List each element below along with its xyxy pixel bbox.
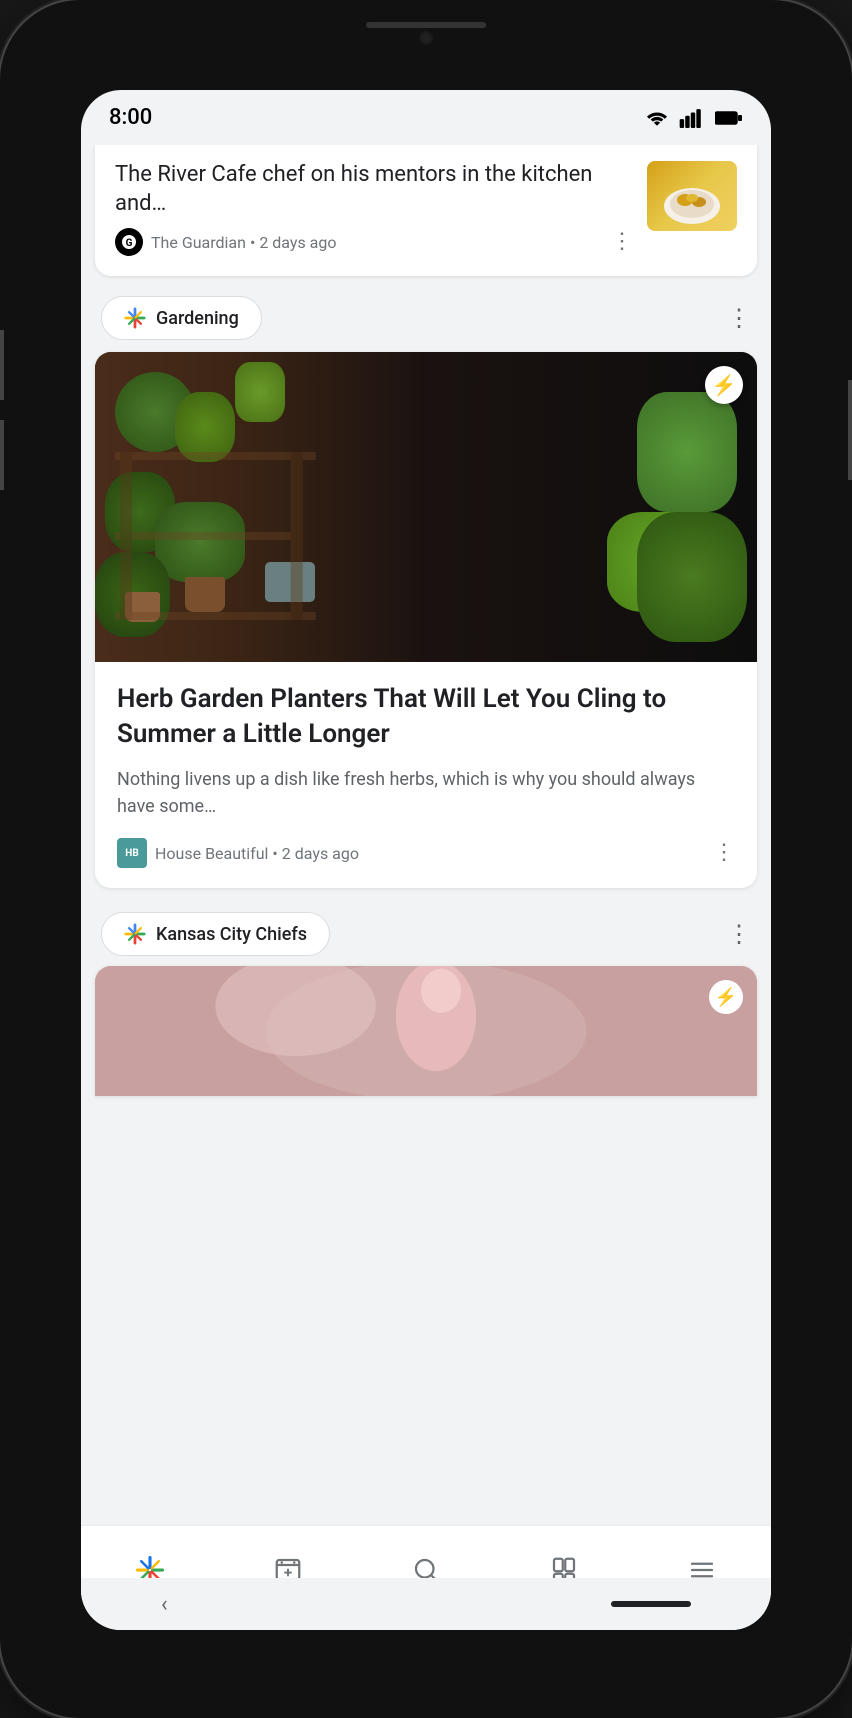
top-source-name: The Guardian • 2 days ago [151, 233, 337, 252]
volume-down-button [0, 420, 4, 490]
kansas-more-btn[interactable]: ⋮ [727, 920, 751, 948]
top-card-more-btn[interactable]: ⋮ [611, 231, 633, 253]
svg-text:G: G [126, 238, 133, 249]
lightning-icon: ⚡ [712, 373, 737, 397]
lightning-badge: ⚡ [705, 366, 743, 404]
top-article-text: The River Cafe chef on his mentors in th… [115, 161, 633, 256]
gardening-card-more-btn[interactable]: ⋮ [713, 842, 735, 864]
kansas-article-card[interactable]: ⚡ [95, 966, 757, 1096]
kansas-article-image [95, 966, 757, 1096]
gardening-article-desc: Nothing livens up a dish like fresh herb… [117, 766, 735, 820]
status-bar: 8:00 [81, 105, 771, 130]
gardening-article-card[interactable]: ⚡ Herb Garden Planters That Will Let You… [95, 352, 757, 888]
plant-background [95, 352, 757, 662]
kansas-tag[interactable]: Kansas City Chiefs [101, 912, 330, 956]
kansas-tag-label: Kansas City Chiefs [156, 924, 307, 945]
top-article-title: The River Cafe chef on his mentors in th… [115, 161, 633, 218]
front-camera [418, 30, 434, 46]
gardening-tag[interactable]: Gardening [101, 296, 262, 340]
gardening-source-info: HB House Beautiful • 2 days ago [117, 838, 359, 868]
gardening-article-title: Herb Garden Planters That Will Let You C… [117, 682, 735, 752]
speaker-grill [366, 22, 486, 28]
gardening-source-row: HB House Beautiful • 2 days ago ⋮ [117, 838, 735, 868]
gardening-tag-label: Gardening [156, 308, 239, 329]
gardening-article-image: ⚡ [95, 352, 757, 662]
top-source-row: G The Guardian • 2 days ago ⋮ [115, 228, 633, 256]
guardian-logo: G [115, 228, 143, 256]
housebeautiful-logo: HB [117, 838, 147, 868]
home-bar-area: ‹ [81, 1578, 771, 1630]
signal-icon [679, 108, 707, 128]
gardening-section-header: Gardening ⋮ [81, 284, 771, 352]
scroll-content: The River Cafe chef on his mentors in th… [81, 145, 771, 1630]
phone-screen: 8:00 [81, 90, 771, 1630]
wifi-icon [643, 108, 671, 128]
google-star-icon [124, 307, 146, 329]
home-indicator[interactable] [611, 1601, 691, 1607]
gardening-article-body: Herb Garden Planters That Will Let You C… [95, 662, 757, 888]
status-icons [643, 108, 743, 128]
kansas-lightning-icon: ⚡ [715, 987, 737, 1008]
gardening-source-name: House Beautiful • 2 days ago [155, 844, 359, 863]
status-time: 8:00 [109, 105, 152, 130]
back-button[interactable]: ‹ [161, 1592, 168, 1617]
volume-up-button [0, 330, 4, 400]
battery-icon [715, 108, 743, 128]
phone-frame: 8:00 [0, 0, 852, 1718]
top-article-card[interactable]: The River Cafe chef on his mentors in th… [95, 145, 757, 276]
kansas-google-star-icon [124, 923, 146, 945]
top-source-info: G The Guardian • 2 days ago [115, 228, 337, 256]
kansas-section-header: Kansas City Chiefs ⋮ [81, 896, 771, 966]
top-article-image [647, 161, 737, 231]
food-thumbnail [647, 161, 737, 231]
gardening-more-btn[interactable]: ⋮ [727, 304, 751, 332]
power-button [848, 380, 852, 480]
